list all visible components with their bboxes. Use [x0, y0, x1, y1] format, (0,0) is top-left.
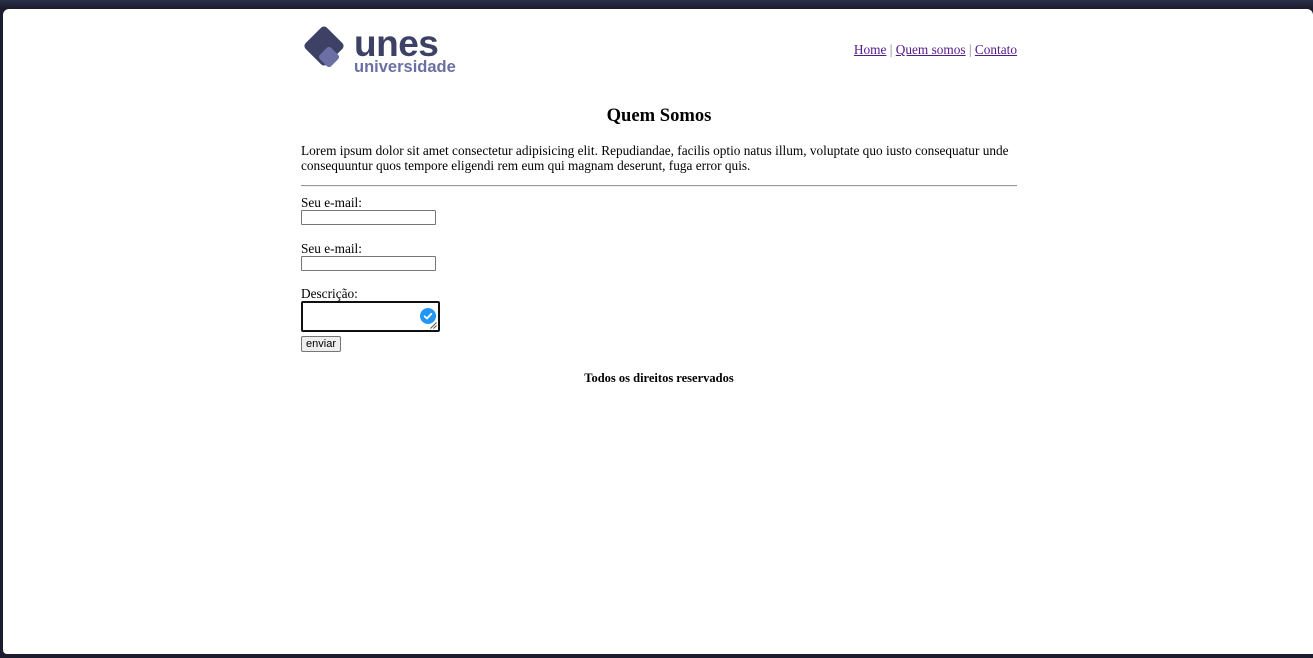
nav-separator: |: [968, 42, 972, 57]
footer-text: Todos os direitos reservados: [584, 371, 734, 385]
nav-link-home[interactable]: Home: [854, 42, 887, 57]
submit-button[interactable]: enviar: [301, 336, 341, 352]
logo-diamond-icon: [304, 26, 344, 68]
unes-logo[interactable]: unes universidade: [301, 25, 476, 75]
page-viewport: unes universidade Home | Quem somos | Co…: [3, 9, 1313, 654]
intro-paragraph: Lorem ipsum dolor sit amet consectetur a…: [301, 143, 1009, 173]
top-nav: Home | Quem somos | Contato: [854, 42, 1017, 58]
browser-top-strip: [0, 0, 1313, 9]
page-container: unes universidade Home | Quem somos | Co…: [301, 9, 1017, 385]
resize-grip-icon[interactable]: [430, 322, 437, 329]
nav-separator: |: [889, 42, 893, 57]
logo-sub-text: universidade: [354, 58, 456, 75]
email-field-2[interactable]: [301, 256, 436, 271]
description-textarea[interactable]: [301, 301, 440, 332]
page-title: Quem Somos: [606, 105, 712, 126]
nav-link-quem-somos[interactable]: Quem somos: [896, 42, 966, 57]
email-label-1: Seu e-mail:: [301, 195, 362, 210]
divider: [301, 185, 1017, 187]
description-label: Descrição:: [301, 286, 358, 301]
email-field-1[interactable]: [301, 210, 436, 225]
header: unes universidade Home | Quem somos | Co…: [301, 9, 1017, 79]
nav-link-contato[interactable]: Contato: [975, 42, 1017, 57]
email-label-2: Seu e-mail:: [301, 241, 362, 256]
